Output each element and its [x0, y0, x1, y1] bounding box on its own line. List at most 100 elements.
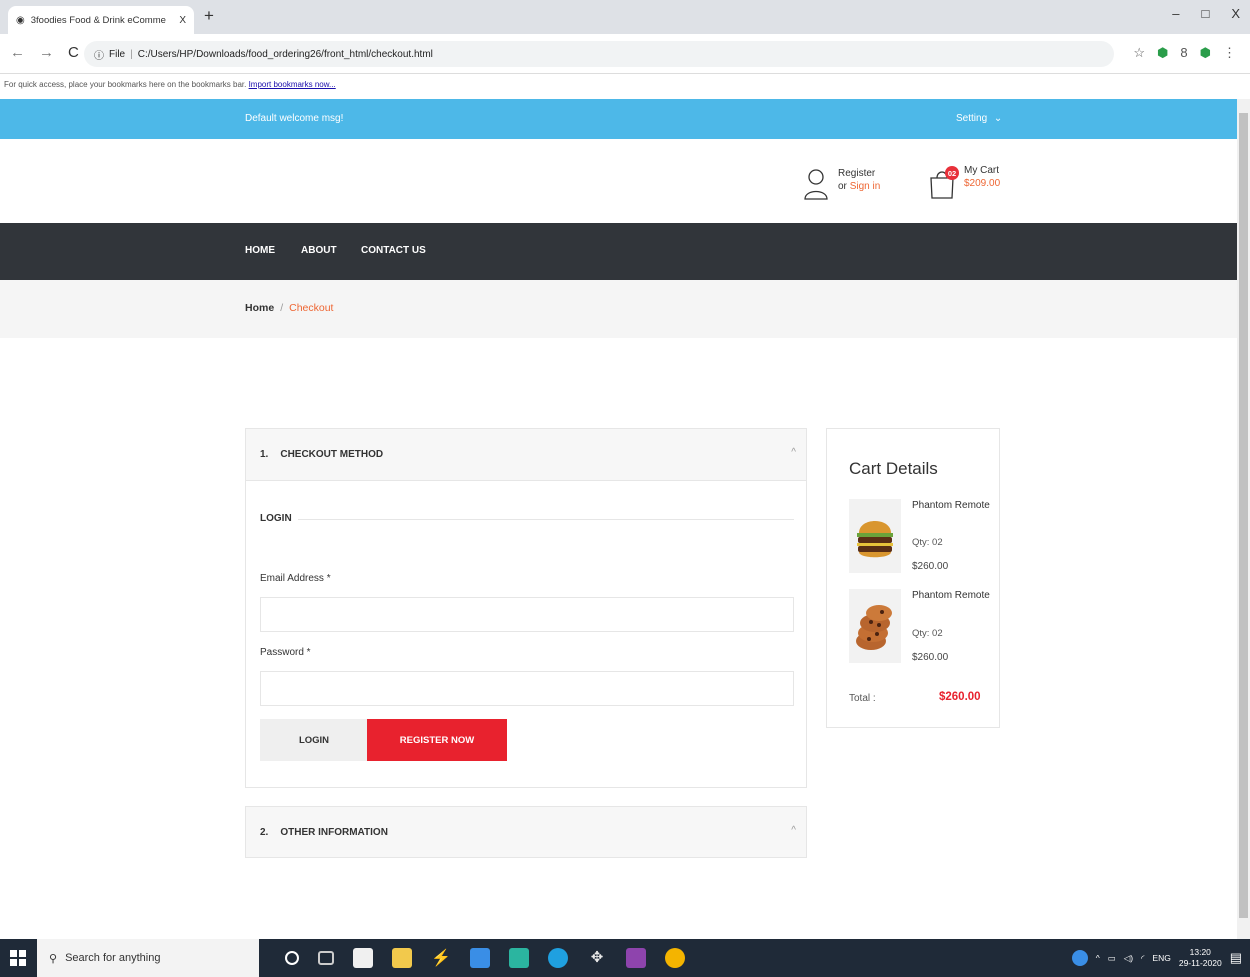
taskbar-apps: ⚡ ✥: [285, 948, 685, 968]
bookmarks-message: For quick access, place your bookmarks h…: [4, 80, 247, 89]
setting-dropdown[interactable]: Setting ⌄: [956, 113, 1002, 124]
step1-title: CHECKOUT METHOD: [280, 449, 384, 460]
nav-contact-us[interactable]: CONTACT US: [361, 245, 426, 256]
chevron-up-icon[interactable]: ^: [791, 825, 796, 836]
back-arrow-icon[interactable]: ←: [10, 44, 25, 61]
breadcrumb: Home / Checkout: [245, 302, 333, 314]
info-icon: ⓘ: [94, 50, 104, 62]
clock[interactable]: 13:20 29-11-2020: [1179, 947, 1222, 969]
dropbox-icon[interactable]: ✥: [587, 948, 607, 968]
login-divider: [298, 519, 794, 520]
extension-shield-icon[interactable]: ⬢: [1157, 45, 1168, 61]
breadcrumb-home[interactable]: Home: [245, 302, 274, 314]
login-button[interactable]: LOGIN: [260, 719, 368, 761]
breadcrumb-bar: Home / Checkout: [0, 280, 1237, 338]
browser-tab-strip: ◉ 3foodies Food & Drink eComme X + – □ X: [0, 0, 1250, 34]
user-icon[interactable]: [803, 167, 829, 201]
email-field[interactable]: [260, 597, 794, 632]
login-heading: LOGIN: [260, 513, 292, 524]
site-topbar: Default welcome msg! Setting ⌄: [0, 99, 1237, 139]
forward-arrow-icon[interactable]: →: [39, 44, 54, 61]
url-separator: |: [130, 48, 133, 60]
bookmark-star-icon[interactable]: ☆: [1133, 45, 1145, 61]
profile-icon[interactable]: 8: [1180, 45, 1187, 61]
or-text: or: [838, 181, 847, 192]
chrome-icon[interactable]: [665, 948, 685, 968]
volume-icon[interactable]: ◁): [1124, 953, 1133, 964]
cart-details-title: Cart Details: [849, 459, 938, 478]
cortana-icon[interactable]: [285, 951, 299, 965]
extensions-area: ☆ ⬢ 8 ⬢ ⋮: [1133, 45, 1236, 61]
setting-label: Setting: [956, 113, 988, 124]
store-icon[interactable]: [353, 948, 373, 968]
email-label: Email Address *: [260, 573, 331, 584]
welcome-message: Default welcome msg!: [245, 113, 344, 124]
search-icon: ⚲: [49, 952, 58, 965]
password-label: Password *: [260, 647, 311, 658]
battery-icon[interactable]: ▭: [1108, 953, 1116, 964]
system-tray: ^ ▭ ◁) ◜ ENG 13:20 29-11-2020 ▤: [1071, 947, 1242, 969]
cart-item-name[interactable]: Phantom Remote: [912, 589, 990, 602]
edge-icon[interactable]: [548, 948, 568, 968]
url-bar[interactable]: ⓘ File | C:/Users/HP/Downloads/food_orde…: [84, 41, 1114, 67]
cookies-image[interactable]: [849, 589, 901, 663]
taskbar-search[interactable]: ⚲ Search for anything: [37, 939, 259, 977]
cart-summary[interactable]: My Cart $209.00: [964, 164, 1000, 190]
help-icon[interactable]: [1071, 950, 1088, 966]
notification-icon[interactable]: ▤: [1230, 950, 1242, 966]
breadcrumb-current: Checkout: [289, 302, 334, 314]
extension-check-icon[interactable]: ⬢: [1200, 45, 1211, 61]
clock-date: 29-11-2020: [1178, 958, 1222, 968]
checkout-method-header[interactable]: 1. CHECKOUT METHOD ^: [246, 429, 806, 481]
register-link[interactable]: Register: [838, 167, 880, 180]
import-bookmarks-link[interactable]: Import bookmarks now...: [249, 80, 336, 89]
tab-close-icon[interactable]: X: [179, 15, 186, 26]
register-now-button[interactable]: REGISTER NOW: [367, 719, 507, 761]
cart-item-price: $260.00: [912, 561, 949, 572]
minimize-button[interactable]: –: [1172, 6, 1179, 21]
step2-number: 2.: [260, 827, 269, 838]
chevron-up-icon[interactable]: ^: [791, 447, 796, 458]
account-links: Register or Sign in: [838, 167, 880, 193]
total-value: $260.00: [939, 691, 981, 703]
cart-item-name[interactable]: Phantom Remote: [912, 499, 990, 512]
page-scrollbar[interactable]: [1237, 99, 1250, 939]
bookmarks-bar: For quick access, place your bookmarks h…: [0, 74, 1250, 98]
window-controls: – □ X: [1172, 6, 1240, 21]
step2-title: OTHER INFORMATION: [280, 827, 388, 838]
nav-about[interactable]: ABOUT: [301, 245, 337, 256]
checkout-method-panel: 1. CHECKOUT METHOD ^ LOGIN Email Address …: [245, 428, 807, 788]
burger-image[interactable]: [849, 499, 901, 573]
site-header: Register or Sign in 02 My Cart $209.00: [0, 139, 1237, 223]
main-navigation: HOME ABOUT CONTACT US: [0, 223, 1237, 280]
cart-item-qty: Qty: 02: [912, 628, 943, 639]
reload-icon[interactable]: C: [68, 44, 79, 61]
task-view-icon[interactable]: [318, 951, 334, 965]
chevron-up-icon[interactable]: ^: [1096, 953, 1100, 963]
cart-item-qty: Qty: 02: [912, 537, 943, 548]
app-icon[interactable]: [626, 948, 646, 968]
scrollbar-thumb[interactable]: [1239, 113, 1248, 918]
nav-home[interactable]: HOME: [245, 245, 275, 256]
maximize-button[interactable]: □: [1201, 6, 1209, 21]
breadcrumb-separator: /: [280, 302, 284, 314]
cart-details-box: Cart Details Phantom Remote Qty: 02 $260…: [826, 428, 1000, 728]
photos-icon[interactable]: [509, 948, 529, 968]
globe-icon: ◉: [16, 14, 25, 26]
file-explorer-icon[interactable]: [392, 948, 412, 968]
chevron-down-icon: ⌄: [993, 113, 1003, 124]
sign-in-link[interactable]: Sign in: [850, 181, 881, 192]
password-field[interactable]: [260, 671, 794, 706]
windows-start-icon[interactable]: [10, 950, 26, 966]
windows-taskbar: ⚲ Search for anything ⚡ ✥ ^ ▭ ◁) ◜ ENG 1…: [0, 939, 1250, 977]
new-tab-button[interactable]: +: [204, 6, 214, 26]
wifi-icon[interactable]: ◜: [1141, 953, 1144, 964]
other-information-panel[interactable]: 2. OTHER INFORMATION ^: [245, 806, 807, 858]
browser-tab[interactable]: ◉ 3foodies Food & Drink eComme X: [8, 6, 194, 34]
power-app-icon[interactable]: ⚡: [431, 948, 451, 968]
browser-menu-icon[interactable]: ⋮: [1223, 45, 1236, 61]
clock-time: 13:20: [1189, 947, 1211, 957]
mail-icon[interactable]: [470, 948, 490, 968]
language-indicator[interactable]: ENG: [1152, 953, 1170, 963]
close-window-button[interactable]: X: [1231, 6, 1240, 21]
